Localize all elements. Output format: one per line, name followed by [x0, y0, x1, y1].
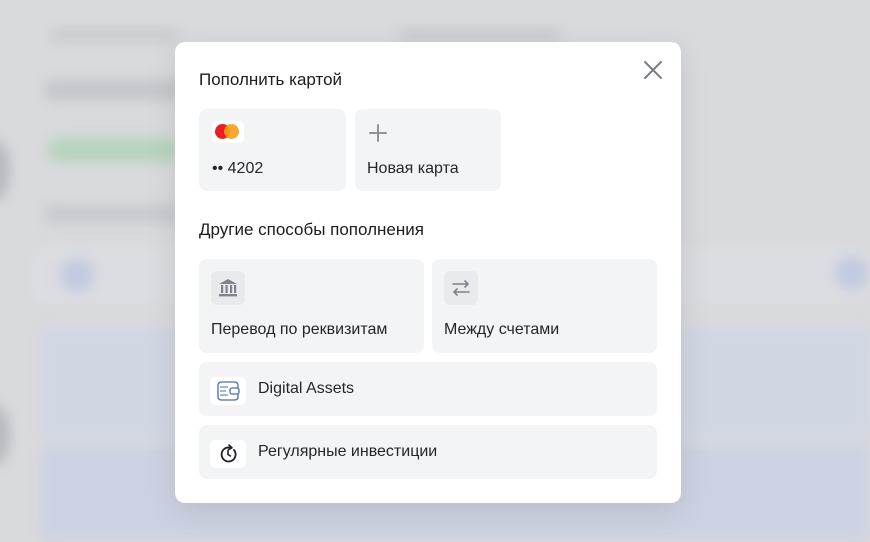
digital-assets-tile[interactable]: Digital Assets — [199, 362, 657, 416]
plus-icon — [369, 124, 387, 142]
recurring-investments-tile[interactable]: Регулярные инвестиции — [199, 425, 657, 479]
bank-icon — [211, 271, 245, 305]
bank-transfer-label: Перевод по реквизитам — [211, 321, 388, 338]
mastercard-icon — [212, 121, 244, 143]
close-button[interactable] — [642, 59, 664, 81]
wallet-icon — [210, 377, 246, 405]
saved-card-label: •• 4202 — [212, 160, 264, 177]
modal-title: Пополнить картой — [199, 70, 343, 89]
new-card-tile[interactable]: Новая карта — [355, 109, 501, 191]
digital-assets-label: Digital Assets — [258, 380, 355, 397]
other-methods-title: Другие способы пополнения — [199, 220, 424, 239]
between-accounts-label: Между счетами — [444, 321, 560, 338]
between-accounts-tile[interactable]: Между счетами — [432, 259, 657, 353]
top-up-modal: Пополнить картой •• 4202 Новая карта Дру… — [175, 42, 681, 503]
transfer-arrows-icon — [444, 271, 478, 305]
recurring-investments-label: Регулярные инвестиции — [258, 443, 438, 460]
bank-transfer-tile[interactable]: Перевод по реквизитам — [199, 259, 424, 353]
new-card-label: Новая карта — [367, 160, 459, 177]
close-icon — [644, 61, 662, 79]
recurring-clock-icon — [210, 440, 246, 468]
saved-card-tile[interactable]: •• 4202 — [199, 109, 346, 191]
